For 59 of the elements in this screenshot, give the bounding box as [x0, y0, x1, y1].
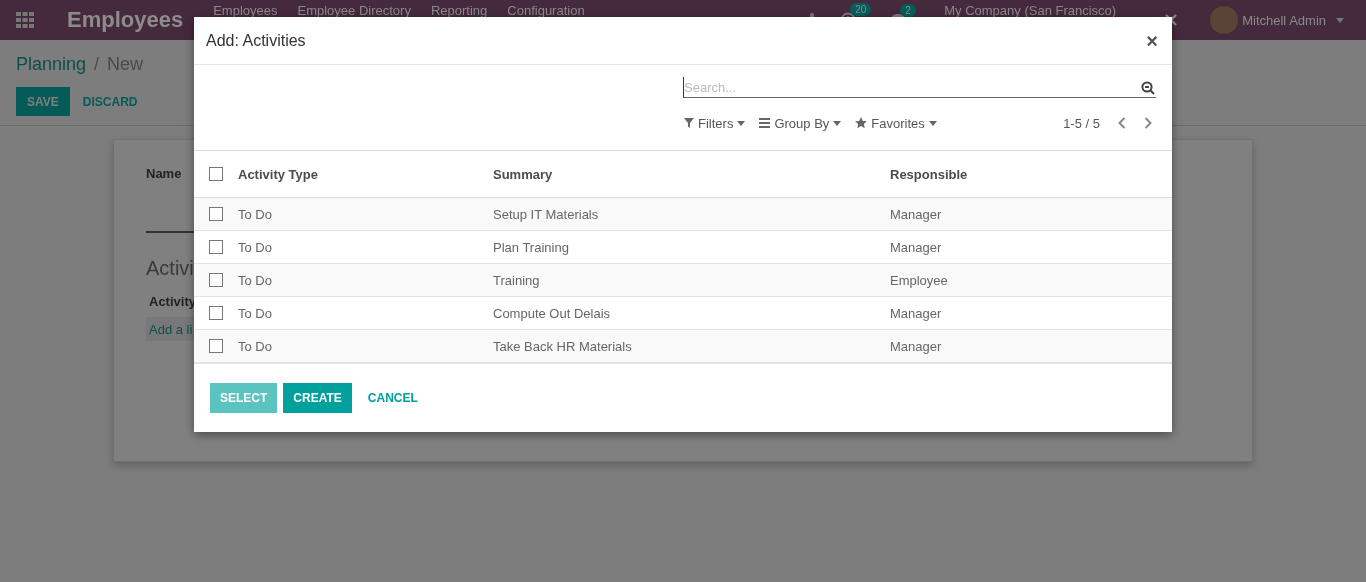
table-cell-text: To Do	[238, 338, 273, 354]
table-cell: Employee	[889, 272, 948, 288]
menu-item[interactable]: Reporting	[430, 4, 488, 17]
user-menu[interactable]: Mitchell Admin	[1242, 12, 1326, 28]
dialog-button[interactable]: CREATE	[283, 383, 352, 413]
menu-item[interactable]: Configuration	[507, 4, 585, 17]
cancel-button[interactable]: CANCEL	[357, 383, 428, 413]
row-checkbox[interactable]	[209, 207, 223, 221]
table-cell: Manager	[889, 239, 942, 255]
search-field[interactable]: Search...	[683, 77, 1156, 98]
table-cell-text: Setup IT Materials	[492, 206, 600, 222]
caret-icon	[833, 120, 842, 126]
caret-icon	[737, 120, 746, 126]
apps-grid-icon[interactable]	[16, 12, 34, 28]
filter-dropdown[interactable]: Filters	[683, 115, 747, 131]
message-count-badge: 2	[900, 4, 916, 17]
menu-item[interactable]: Employees	[213, 4, 278, 17]
breadcrumb-link[interactable]: Planning	[16, 53, 87, 75]
column-header[interactable]: Activity Type	[238, 166, 492, 182]
chevron-right-icon	[1144, 117, 1152, 129]
field-label: Name	[146, 166, 182, 181]
app-title: Employees	[67, 7, 184, 33]
select-all-checkbox[interactable]	[209, 167, 223, 181]
table-cell-text: Compute Out Delais	[492, 305, 612, 321]
section-title: Activi	[146, 257, 194, 280]
table-cell-text: To Do	[238, 206, 273, 222]
search-icon	[1141, 81, 1155, 95]
activity-count-badge: 20	[850, 3, 872, 16]
breadcrumb-separator: /	[94, 53, 100, 75]
save-button[interactable]: SAVE	[16, 87, 70, 116]
column-header[interactable]: Summary	[492, 166, 889, 182]
table-cell-text: Plan Training	[492, 239, 570, 255]
table-cell: Manager	[889, 206, 942, 222]
caret-icon	[928, 120, 937, 126]
caret-icon	[1336, 17, 1344, 23]
column-header[interactable]: Responsible	[889, 166, 968, 182]
table-cell-text: To Do	[238, 272, 273, 288]
chevron-left-icon	[1118, 117, 1126, 129]
list-icon	[759, 118, 771, 128]
star-icon	[855, 117, 868, 129]
pager-value: 1-5 / 5	[1063, 115, 1100, 131]
close-button[interactable]: ×	[1144, 30, 1160, 51]
table-cell-text: To Do	[238, 305, 273, 321]
filter-dropdown[interactable]: Group By	[758, 115, 843, 131]
table-cell-text: Training	[492, 272, 541, 288]
table-cell: Manager	[889, 305, 942, 321]
column-header: Activity	[149, 294, 196, 309]
filter-dropdown[interactable]: Favorites	[854, 115, 938, 131]
row-checkbox[interactable]	[209, 339, 223, 353]
menu-item[interactable]: Employee Directory	[297, 4, 411, 17]
funnel-icon	[684, 118, 694, 128]
discard-button[interactable]: DISCARD	[71, 87, 149, 116]
table-cell: Manager	[889, 338, 942, 354]
row-checkbox[interactable]	[209, 240, 223, 254]
dialog-title: Add: Activities	[206, 31, 306, 50]
table-cell-text: To Do	[238, 239, 273, 255]
row-checkbox[interactable]	[209, 306, 223, 320]
row-checkbox[interactable]	[209, 273, 223, 287]
table-cell-text: Take Back HR Materials	[492, 338, 633, 354]
